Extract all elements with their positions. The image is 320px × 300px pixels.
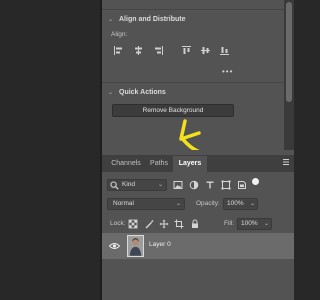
image-filter-icon[interactable]: [173, 180, 183, 190]
tab-layers[interactable]: Layers: [173, 156, 207, 172]
collapse-chevron-icon[interactable]: ⌄: [108, 89, 113, 96]
shape-filter-icon[interactable]: [221, 180, 231, 190]
more-options-icon[interactable]: •••: [222, 67, 233, 76]
lock-image-pixels-icon[interactable]: [144, 219, 154, 229]
lock-artboard-icon[interactable]: [174, 219, 184, 229]
smart-object-filter-icon[interactable]: [237, 180, 247, 190]
quick-actions-title[interactable]: Quick Actions: [119, 89, 166, 96]
divider: [102, 82, 284, 83]
chevron-down-icon: ⌄: [158, 182, 164, 188]
opacity-label: Opacity:: [196, 200, 220, 207]
type-filter-icon[interactable]: [205, 180, 215, 190]
canvas-workspace: [0, 0, 100, 300]
align-distribute-title[interactable]: Align and Distribute: [119, 16, 186, 23]
filter-toggle-icon[interactable]: [252, 178, 259, 185]
adjustment-filter-icon[interactable]: [189, 180, 199, 190]
align-label: Align:: [111, 31, 128, 38]
lock-all-icon[interactable]: [190, 219, 200, 229]
properties-scrollbar-thumb[interactable]: [286, 2, 292, 102]
align-bottom-edges-icon[interactable]: [219, 45, 230, 56]
tab-paths[interactable]: Paths: [145, 156, 173, 172]
search-icon: [110, 181, 119, 190]
lock-transparent-pixels-icon[interactable]: [128, 219, 138, 229]
align-left-edges-icon[interactable]: [113, 45, 124, 56]
align-vertical-centers-icon[interactable]: [200, 45, 211, 56]
layer-name[interactable]: Layer 0: [149, 241, 171, 248]
blend-mode-select[interactable]: Normal: [107, 198, 185, 210]
eye-icon[interactable]: [109, 242, 120, 250]
align-top-edges-icon[interactable]: [181, 45, 192, 56]
align-right-edges-icon[interactable]: [153, 45, 164, 56]
collapse-chevron-icon[interactable]: ⌄: [108, 16, 113, 23]
fill-label: Fill:: [224, 220, 235, 227]
tab-channels[interactable]: Channels: [107, 156, 145, 172]
panel-menu-icon[interactable]: [282, 158, 290, 166]
lock-label: Lock:: [110, 220, 126, 227]
remove-background-button[interactable]: Remove Background: [112, 104, 234, 117]
divider: [102, 9, 284, 10]
chevron-down-icon: ⌄: [176, 201, 182, 207]
chevron-down-icon[interactable]: ⌄: [264, 220, 269, 227]
chevron-down-icon[interactable]: ⌄: [250, 200, 255, 207]
align-horizontal-centers-icon[interactable]: [133, 45, 144, 56]
lock-position-icon[interactable]: [159, 219, 169, 229]
layer-thumbnail[interactable]: [127, 235, 144, 257]
